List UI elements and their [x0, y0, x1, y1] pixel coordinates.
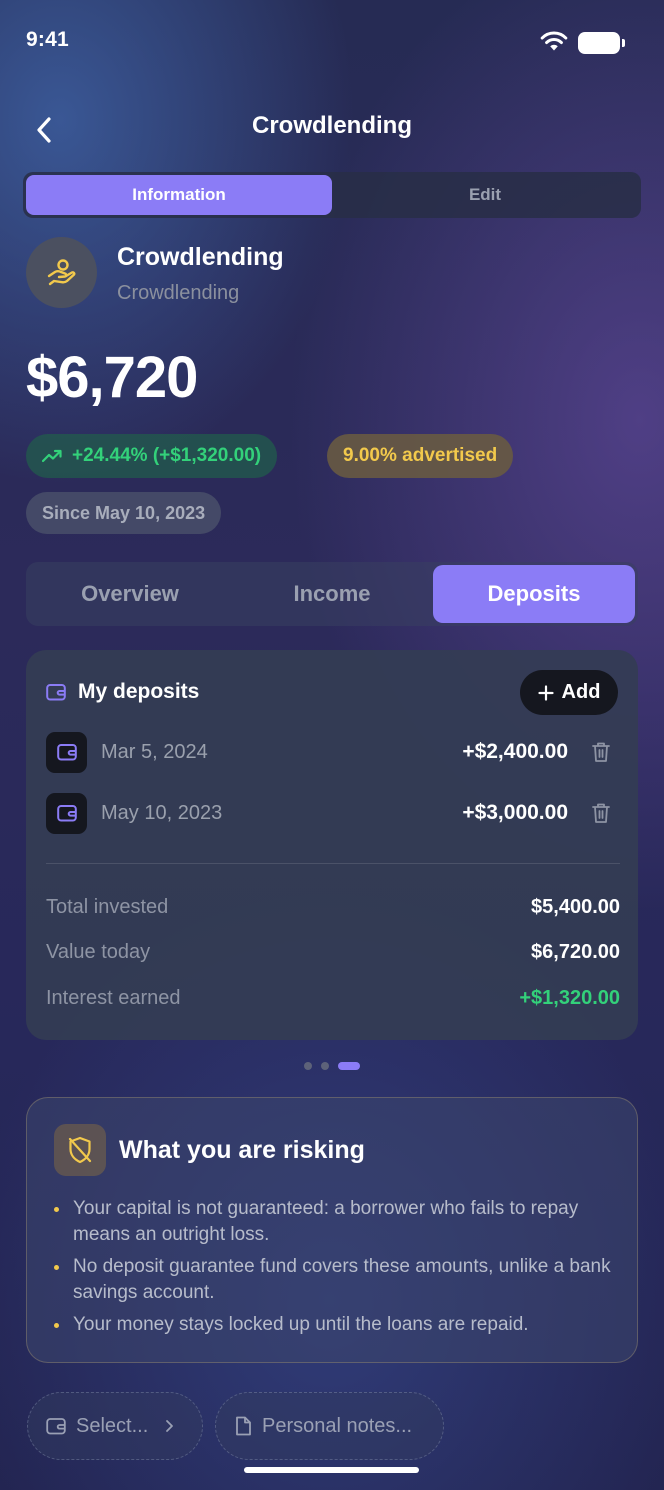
trash-icon[interactable] [588, 800, 614, 826]
document-icon [236, 1416, 251, 1436]
tab-income[interactable]: Income [231, 565, 433, 623]
page-dot[interactable] [304, 1062, 312, 1070]
deposits-card: My deposits Add Mar 5, 2024 +$2,400.00 M… [26, 650, 638, 1040]
deposit-row[interactable]: Mar 5, 2024 +$2,400.00 [46, 731, 618, 773]
summary-label: Total invested [46, 896, 169, 918]
hand-coins-icon [47, 258, 75, 285]
risk-card: What you are risking Your capital is not… [26, 1097, 638, 1363]
since-date-badge: Since May 10, 2023 [26, 492, 222, 534]
add-deposit-button[interactable]: Add [520, 670, 618, 715]
asset-category: Crowdlending [117, 282, 240, 304]
deposits-header: My deposits [46, 680, 199, 704]
deposit-date: May 10, 2023 [101, 801, 223, 824]
summary-value: +$1,320.00 [519, 987, 620, 1009]
summary-value: $5,400.00 [531, 896, 620, 918]
deposit-row[interactable]: May 10, 2023 +$3,000.00 [46, 792, 618, 834]
risk-item: Your money stays locked up until the loa… [53, 1312, 613, 1338]
risk-item: No deposit guarantee fund covers these a… [53, 1254, 613, 1306]
status-time: 9:41 [26, 28, 69, 51]
risk-item: Your capital is not guaranteed: a borrow… [53, 1196, 613, 1248]
select-label: Select... [76, 1414, 149, 1437]
summary-label: Interest earned [46, 987, 181, 1009]
performance-text: +24.44% (+$1,320.00) [72, 445, 262, 466]
page-dot[interactable] [321, 1062, 329, 1070]
segment-information[interactable]: Information [26, 175, 332, 215]
summary-total-invested: Total invested $5,400.00 [46, 896, 620, 919]
advertised-rate-badge: 9.00% advertised [327, 434, 514, 478]
performance-badge: +24.44% (+$1,320.00) [26, 434, 278, 478]
wallet-icon [46, 1418, 66, 1435]
deposit-amount: +$2,400.00 [462, 740, 568, 763]
tab-deposits[interactable]: Deposits [433, 565, 635, 623]
summary-interest-earned: Interest earned +$1,320.00 [46, 987, 620, 1010]
trash-icon[interactable] [588, 739, 614, 765]
info-edit-segmented-control: Information Edit [23, 172, 641, 218]
summary-value-today: Value today $6,720.00 [46, 941, 620, 964]
wifi-icon [540, 30, 568, 56]
battery-icon [578, 32, 625, 54]
asset-avatar [26, 237, 97, 308]
page-title: Crowdlending [252, 112, 412, 139]
risk-title: What you are risking [119, 1136, 365, 1164]
personal-notes-button[interactable]: Personal notes... [215, 1392, 444, 1460]
notes-label: Personal notes... [262, 1414, 413, 1437]
add-deposit-label: Add [561, 681, 601, 703]
home-indicator[interactable] [244, 1467, 419, 1473]
chevron-right-icon [166, 1420, 174, 1432]
deposits-title: My deposits [78, 680, 200, 703]
wallet-icon [46, 684, 66, 701]
section-tabs: Overview Income Deposits [26, 562, 638, 626]
trending-up-icon [42, 449, 62, 463]
shield-off-icon [54, 1124, 106, 1176]
asset-value: $6,720 [26, 345, 198, 410]
summary-label: Value today [46, 941, 151, 963]
divider [46, 863, 620, 864]
page-dot-active[interactable] [338, 1062, 360, 1070]
segment-edit[interactable]: Edit [332, 175, 638, 215]
wallet-icon [46, 731, 87, 773]
plus-icon [537, 684, 554, 701]
status-icons [540, 30, 625, 56]
risk-list: Your capital is not guaranteed: a borrow… [53, 1196, 613, 1344]
select-button[interactable]: Select... [27, 1392, 203, 1460]
asset-name: Crowdlending [117, 243, 284, 271]
deposit-amount: +$3,000.00 [462, 801, 568, 824]
deposit-date: Mar 5, 2024 [101, 740, 208, 763]
page-indicator [0, 1062, 664, 1070]
tab-overview[interactable]: Overview [29, 565, 231, 623]
wallet-icon [46, 792, 87, 834]
summary-value: $6,720.00 [531, 941, 620, 963]
